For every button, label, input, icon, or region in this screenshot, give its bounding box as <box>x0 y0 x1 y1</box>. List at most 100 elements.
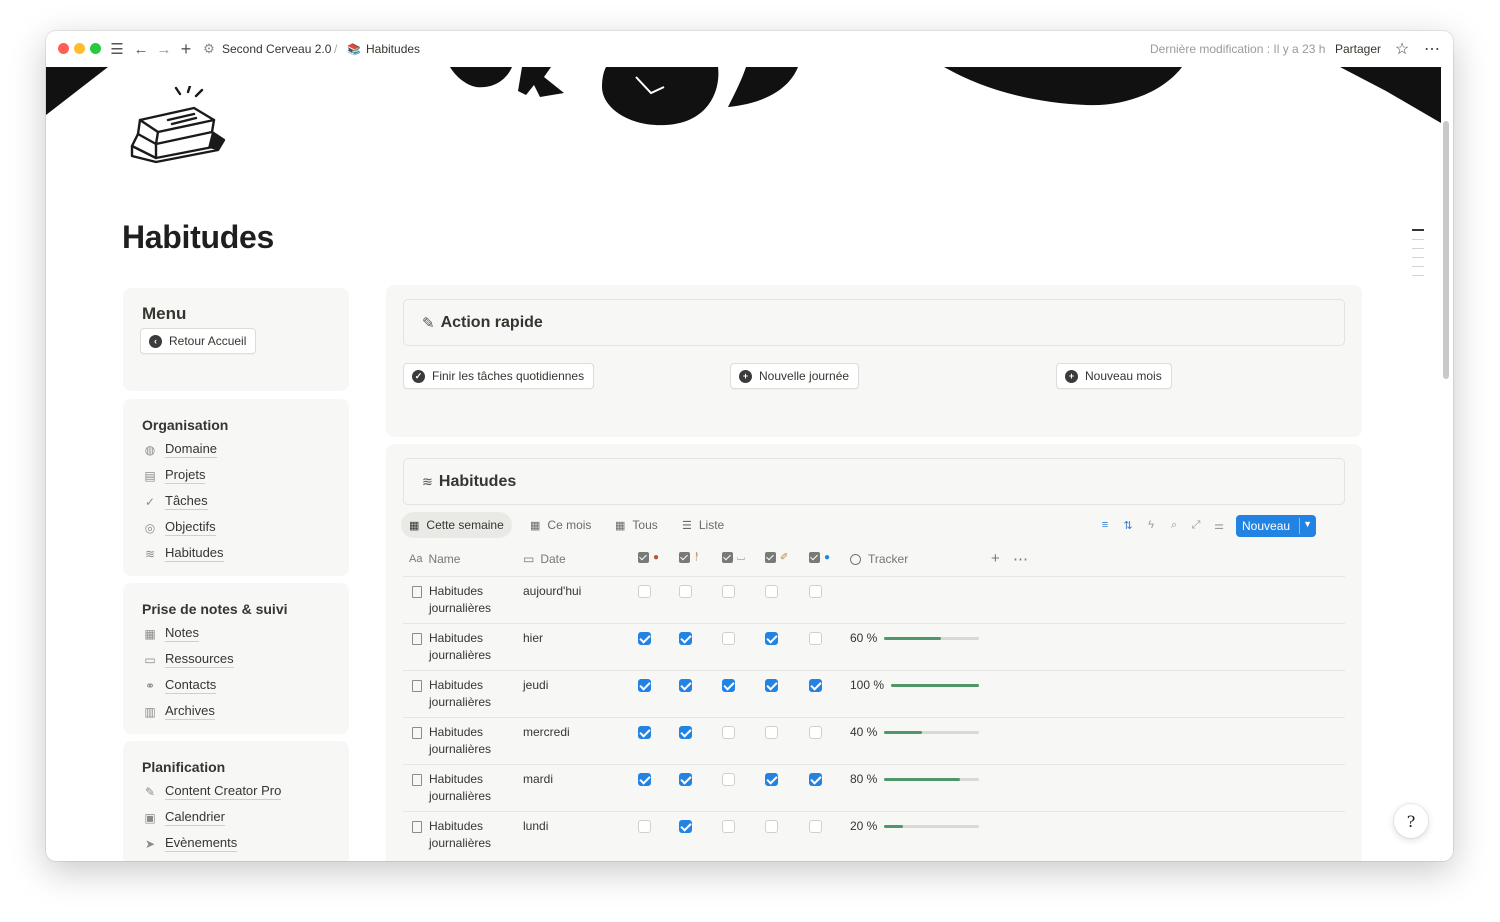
habit-checkbox[interactable] <box>809 726 822 739</box>
menu-icon[interactable]: ☰ <box>107 39 127 59</box>
column-habit-3[interactable]: ⌴ <box>722 552 745 563</box>
habit-checkbox[interactable] <box>765 820 778 833</box>
tracker-bar-fill <box>884 825 903 828</box>
plus-icon[interactable]: + <box>176 39 196 59</box>
chevron-down-icon[interactable]: ▼ <box>1303 519 1312 529</box>
habit-checkbox[interactable] <box>679 679 692 692</box>
table-icon: ▦ <box>615 519 626 532</box>
habit-checkbox[interactable] <box>809 820 822 833</box>
habit-checkbox[interactable] <box>809 679 822 692</box>
habit-checkbox[interactable] <box>722 820 735 833</box>
habit-checkbox[interactable] <box>765 773 778 786</box>
nav-item-objectifs[interactable]: ◎ Objectifs <box>142 519 216 536</box>
column-name[interactable]: Aa Name <box>409 552 460 566</box>
tracker-value: 60 % <box>850 631 878 645</box>
finish-daily-tasks-button[interactable]: ✓ Finir les tâches quotidiennes <box>403 363 595 389</box>
habit-checkbox[interactable] <box>638 773 651 786</box>
habit-checkbox[interactable] <box>638 585 651 598</box>
column-tracker[interactable]: Tracker <box>850 552 908 566</box>
habit-checkbox[interactable] <box>679 585 692 598</box>
tab-tous[interactable]: ▦ Tous <box>607 512 666 538</box>
habit-checkbox[interactable] <box>679 773 692 786</box>
expand-icon[interactable]: ⤢ <box>1188 517 1204 533</box>
forward-arrow-icon[interactable]: → <box>154 39 174 59</box>
breadcrumb-page[interactable]: Habitudes <box>366 41 420 57</box>
habit-checkbox[interactable] <box>638 679 651 692</box>
apple-icon: ● <box>653 552 660 563</box>
habit-checkbox[interactable] <box>809 773 822 786</box>
habit-checkbox[interactable] <box>722 726 735 739</box>
habit-checkbox[interactable] <box>809 632 822 645</box>
new-month-button[interactable]: + Nouveau mois <box>1056 363 1172 389</box>
habit-checkbox[interactable] <box>765 679 778 692</box>
habit-checkbox[interactable] <box>765 585 778 598</box>
books-page-icon[interactable] <box>128 84 232 170</box>
star-icon[interactable]: ☆ <box>1392 39 1412 59</box>
habit-checkbox[interactable] <box>722 632 735 645</box>
back-arrow-icon[interactable]: ← <box>131 39 151 59</box>
quick-action-card: ✎ Action rapide ✓ Finir les tâches quoti… <box>386 285 1362 437</box>
habit-checkbox[interactable] <box>722 773 735 786</box>
minimize-window-button[interactable] <box>74 43 85 54</box>
new-day-button[interactable]: + Nouvelle journée <box>730 363 860 389</box>
tracker-bar-fill <box>884 778 960 781</box>
habit-checkbox[interactable] <box>765 632 778 645</box>
progress-ring-icon <box>850 553 861 565</box>
tab-ce-mois[interactable]: ▦ Ce mois <box>522 512 599 538</box>
nav-item-habitudes[interactable]: ≋ Habitudes <box>142 545 224 562</box>
column-habit-4[interactable]: ✐ <box>765 552 788 563</box>
settings-sliders-icon[interactable]: ⚌ <box>1211 517 1227 533</box>
search-icon[interactable]: ⌕ <box>1166 517 1182 533</box>
habit-checkbox[interactable] <box>722 585 735 598</box>
habit-checkbox[interactable] <box>765 726 778 739</box>
habit-checkbox[interactable] <box>722 679 735 692</box>
breadcrumb-workspace[interactable]: Second Cerveau 2.0 <box>222 41 331 57</box>
habit-checkbox[interactable] <box>809 585 822 598</box>
text-type-icon: Aa <box>409 553 423 565</box>
filter-icon[interactable]: ≡ <box>1097 517 1113 533</box>
habit-checkbox[interactable] <box>679 820 692 833</box>
books-icon: ≋ <box>144 546 156 561</box>
nav-item-taches[interactable]: ✓ Tâches <box>142 493 208 510</box>
column-date[interactable]: ▭ Date <box>523 552 566 566</box>
nav-item-evenements[interactable]: ➤ Evènements <box>142 835 238 852</box>
tab-cette-semaine[interactable]: ▦ Cette semaine <box>401 512 512 538</box>
habit-checkbox[interactable] <box>638 820 651 833</box>
maximize-window-button[interactable] <box>90 43 101 54</box>
column-habit-2[interactable]: ᚨ <box>679 552 700 563</box>
close-window-button[interactable] <box>58 43 69 54</box>
lightning-icon[interactable]: ϟ <box>1143 517 1159 533</box>
nav-item-projets[interactable]: ▤ Projets <box>142 467 206 484</box>
nav-item-contacts[interactable]: ⚭ Contacts <box>142 677 217 694</box>
tab-liste[interactable]: ☰ Liste <box>674 512 732 538</box>
nav-item-archives[interactable]: ▥ Archives <box>142 703 215 720</box>
nav-item-domaine[interactable]: ◍ Domaine <box>142 441 218 458</box>
table-of-contents[interactable] <box>1412 229 1424 284</box>
settings-icon: ⚙ <box>203 41 215 56</box>
nav-item-notes[interactable]: ▦ Notes <box>142 625 199 642</box>
page-scrollbar[interactable] <box>1443 121 1449 379</box>
share-button[interactable]: Partager <box>1335 41 1381 57</box>
list-icon: ☰ <box>682 519 692 532</box>
column-habit-1[interactable]: ● <box>638 552 659 563</box>
habit-checkbox[interactable] <box>679 726 692 739</box>
page-icon <box>412 633 422 645</box>
nav-item-calendrier[interactable]: ▣ Calendrier <box>142 809 225 826</box>
nav-item-ressources[interactable]: ▭ Ressources <box>142 651 234 668</box>
more-columns-icon[interactable]: ⋯ <box>1013 550 1028 568</box>
tracker-bar-fill <box>884 731 922 734</box>
page-icon <box>412 680 422 692</box>
habit-checkbox[interactable] <box>638 726 651 739</box>
habit-checkbox[interactable] <box>679 632 692 645</box>
habit-checkbox[interactable] <box>638 632 651 645</box>
add-column-icon[interactable]: + <box>991 550 1000 567</box>
sort-icon[interactable]: ⇅ <box>1120 517 1136 533</box>
help-icon[interactable]: ? <box>1394 804 1428 838</box>
more-icon[interactable]: ⋯ <box>1422 39 1442 59</box>
new-entry-button[interactable]: Nouveau ▼ <box>1236 515 1316 537</box>
nav-item-content-creator-pro[interactable]: ✎ Content Creator Pro <box>142 783 282 800</box>
planning-card: Planification ✎ Content Creator Pro ▣ Cale… <box>123 741 349 861</box>
column-habit-5[interactable]: ● <box>809 552 830 563</box>
back-home-button[interactable]: ‹ Retour Accueil <box>140 328 257 354</box>
quick-action-callout: ✎ Action rapide <box>403 299 1345 346</box>
